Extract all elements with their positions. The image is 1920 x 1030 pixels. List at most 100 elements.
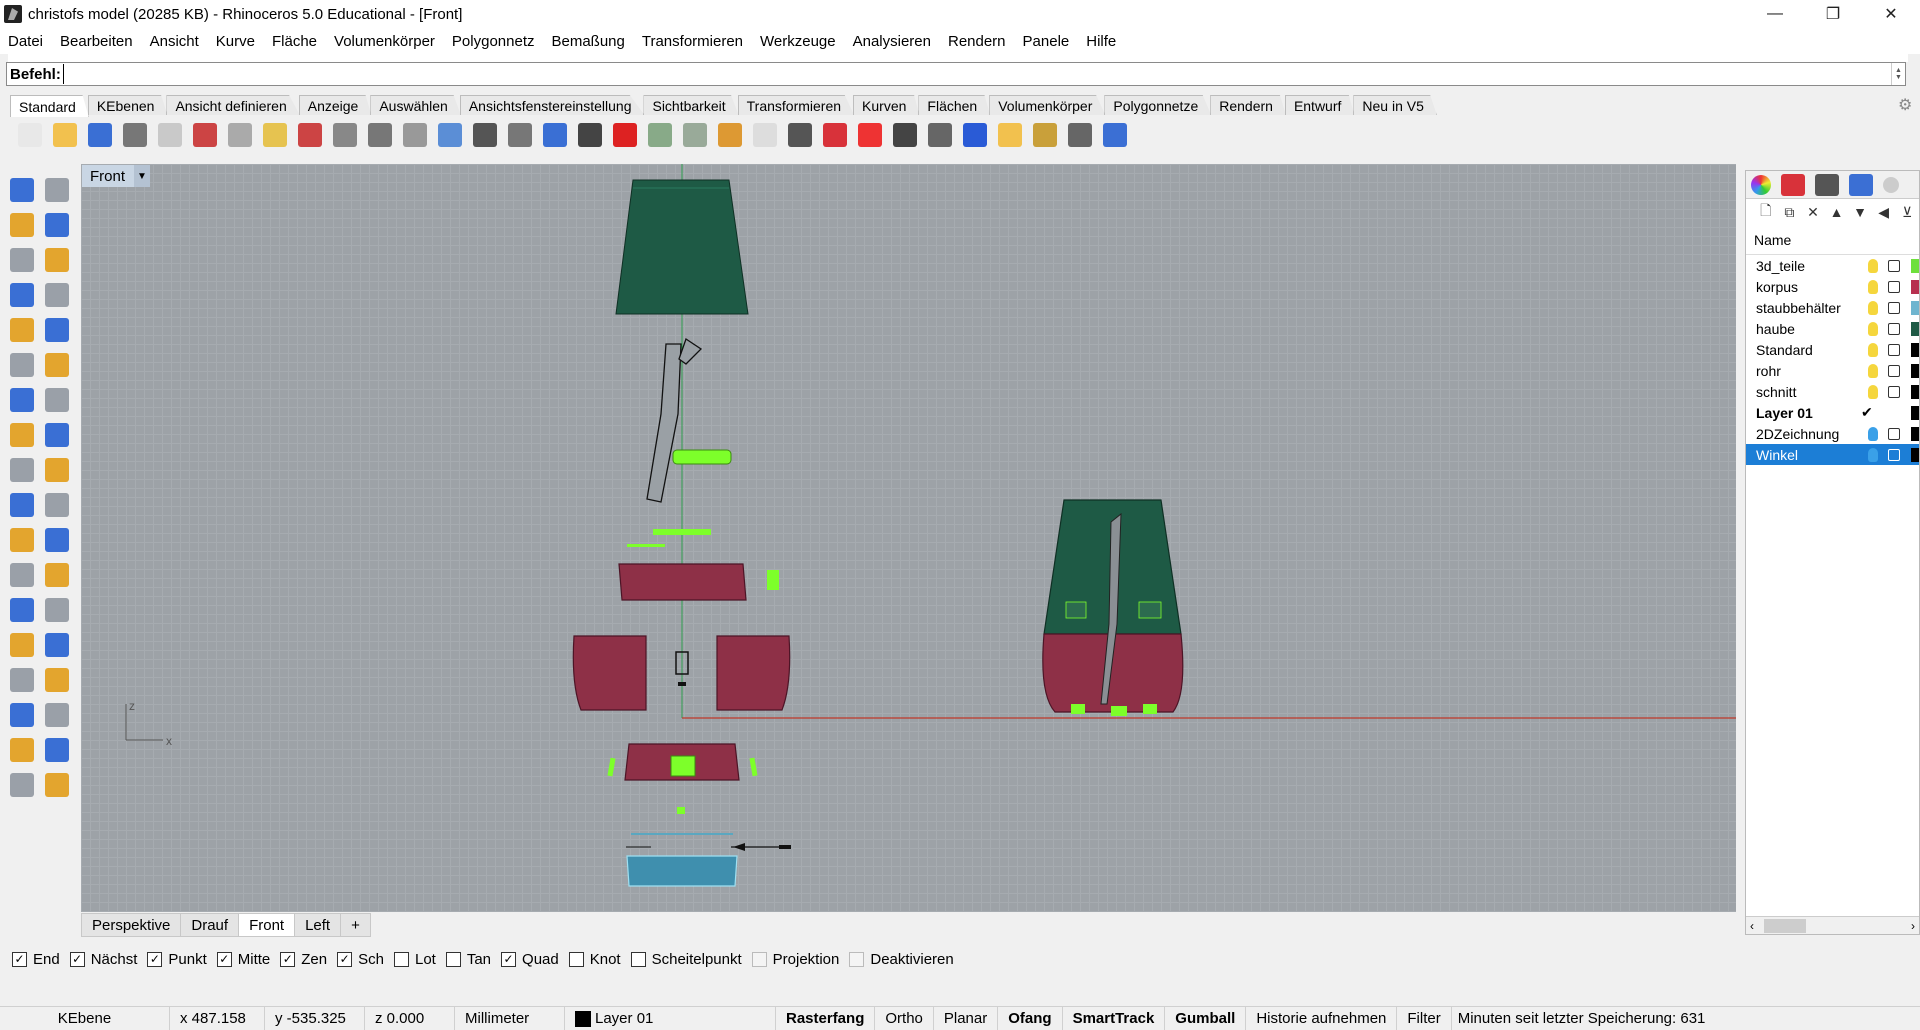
lock-icon[interactable] <box>1888 364 1900 377</box>
layer-row[interactable]: schnitt <box>1746 381 1919 402</box>
osnap-tan[interactable]: Tan <box>445 951 491 968</box>
assembled-foot-right[interactable] <box>1143 704 1157 714</box>
rectangle-tool-button[interactable] <box>39 277 74 312</box>
help-button[interactable] <box>1097 119 1132 151</box>
lightbulb-icon[interactable] <box>1868 426 1878 441</box>
menu-bemassung[interactable]: Bemaßung <box>551 33 624 50</box>
osnap-checkbox[interactable] <box>849 951 865 967</box>
layer-row[interactable]: staubbehälter <box>1746 297 1919 318</box>
trim-tool-button[interactable] <box>4 487 39 522</box>
toggle-smarttrack[interactable]: SmartTrack <box>1063 1006 1166 1030</box>
osnap-deaktivieren[interactable]: Deaktivieren <box>849 951 954 968</box>
command-scroll[interactable]: ▲ ▼ <box>1891 63 1905 85</box>
osnap-checkbox[interactable] <box>393 951 409 967</box>
new-layer-icon[interactable]: 🗋 <box>1754 200 1778 224</box>
dimension-tool-button[interactable] <box>39 627 74 662</box>
delete-layer-icon[interactable]: ✕ <box>1801 204 1825 221</box>
fillet-tool-button[interactable] <box>39 312 74 347</box>
surface-tool-button[interactable] <box>4 347 39 382</box>
green-part-f[interactable] <box>607 757 616 777</box>
menu-ansicht[interactable]: Ansicht <box>150 33 199 50</box>
scroll-thumb[interactable] <box>1764 918 1806 933</box>
layer-row[interactable]: Winkel <box>1746 444 1919 465</box>
layer-color-swatch[interactable] <box>1911 279 1919 294</box>
green-part-d[interactable] <box>767 570 779 590</box>
osnap-quad[interactable]: ✓ Quad <box>501 951 559 968</box>
help-panel-icon[interactable] <box>1849 173 1873 196</box>
analyze-tool-button[interactable] <box>4 732 39 767</box>
join-tool-button[interactable] <box>39 487 74 522</box>
material-tool-button[interactable] <box>39 767 74 802</box>
toggle-rasterfang[interactable]: Rasterfang <box>776 1006 876 1030</box>
toggle-planar[interactable]: Planar <box>934 1006 999 1030</box>
print-button[interactable] <box>117 119 152 151</box>
osnap-checkbox[interactable]: ✓ <box>147 951 163 967</box>
lock-icon[interactable] <box>1888 280 1900 293</box>
save-button[interactable] <box>82 119 117 151</box>
toggle-ortho[interactable]: Ortho <box>875 1006 934 1030</box>
scroll-right-icon[interactable]: › <box>1911 919 1915 933</box>
status-cplane[interactable]: KEbene <box>0 1006 170 1030</box>
lock-button[interactable] <box>782 119 817 151</box>
layer-color-swatch[interactable] <box>1911 426 1919 441</box>
viewport-canvas[interactable]: z x <box>81 164 1736 912</box>
display-panel-icon[interactable] <box>1815 173 1839 196</box>
lightbulb-icon[interactable] <box>1868 279 1878 294</box>
tab-kebenen[interactable]: KEbenen <box>87 95 168 115</box>
green-part-g[interactable] <box>749 757 758 777</box>
tab-rendern[interactable]: Rendern <box>1210 95 1286 115</box>
lightbulb-icon[interactable] <box>1868 258 1878 273</box>
zoom-window-button[interactable] <box>432 119 467 151</box>
rohr-tube[interactable] <box>646 343 682 503</box>
layer-color-swatch[interactable] <box>1911 405 1919 420</box>
tab-ansichtsfenstereinstellung[interactable]: Ansichtsfenstereinstellung <box>459 95 645 115</box>
extrude-tool-button[interactable] <box>39 417 74 452</box>
vtab-perspektive[interactable]: Perspektive <box>81 913 182 937</box>
menu-hilfe[interactable]: Hilfe <box>1086 33 1116 50</box>
toggle-gumball[interactable]: Gumball <box>1165 1006 1247 1030</box>
osnap-projektion[interactable]: Projektion <box>751 951 839 968</box>
korpus-left-part[interactable] <box>572 635 647 711</box>
solid-edit-tool-button[interactable] <box>4 662 39 697</box>
osnap-sch[interactable]: ✓ Sch <box>337 951 384 968</box>
haube-part[interactable] <box>615 179 749 315</box>
layer-row[interactable]: rohr <box>1746 360 1919 381</box>
osnap-checkbox[interactable]: ✓ <box>337 951 353 967</box>
toggle-filter[interactable]: Filter <box>1397 1006 1452 1030</box>
pan-button[interactable] <box>327 119 362 151</box>
tab-neu-in-v5[interactable]: Neu in V5 <box>1353 95 1437 115</box>
mesh-tool-button[interactable] <box>4 697 39 732</box>
tab-anzeige[interactable]: Anzeige <box>298 95 372 115</box>
gear-icon[interactable] <box>1883 176 1899 193</box>
box-tool-button[interactable] <box>4 382 39 417</box>
osnap-mitte[interactable]: ✓ Mitte <box>216 951 270 968</box>
lock-icon[interactable] <box>1888 259 1900 272</box>
import-button[interactable] <box>152 119 187 151</box>
point-tool-button[interactable] <box>39 172 74 207</box>
cplane-button[interactable] <box>1062 119 1097 151</box>
undo-button[interactable] <box>292 119 327 151</box>
layer-color-swatch[interactable] <box>1911 300 1919 315</box>
layers-column-header[interactable]: Name <box>1746 225 1919 255</box>
osnap-button[interactable] <box>677 119 712 151</box>
layer-color-swatch[interactable] <box>1911 447 1919 462</box>
osnap-checkbox[interactable]: ✓ <box>501 951 517 967</box>
tab-kurven[interactable]: Kurven <box>853 95 920 115</box>
osnap-checkbox[interactable]: ✓ <box>69 951 85 967</box>
tab-entwurf[interactable]: Entwurf <box>1284 95 1355 115</box>
menu-flaeche[interactable]: Fläche <box>272 33 317 50</box>
paste-button[interactable] <box>257 119 292 151</box>
menu-panele[interactable]: Panele <box>1023 33 1070 50</box>
lock-icon[interactable] <box>1888 427 1900 440</box>
revolve-tool-button[interactable] <box>39 347 74 382</box>
korpus-top-part[interactable] <box>618 563 747 601</box>
lightbulb-icon[interactable] <box>1868 363 1878 378</box>
command-input[interactable] <box>62 64 1891 84</box>
assembled-foot-mid[interactable] <box>1111 706 1127 716</box>
osnap-zen[interactable]: ✓ Zen <box>280 951 327 968</box>
osnap-nchst[interactable]: ✓ Nächst <box>69 951 137 968</box>
chevron-down-icon[interactable]: ▼ <box>134 165 150 187</box>
object-properties-button[interactable] <box>642 119 677 151</box>
lock-icon[interactable] <box>1888 322 1900 335</box>
layer-row[interactable]: Layer 01 ✔ <box>1746 402 1919 423</box>
